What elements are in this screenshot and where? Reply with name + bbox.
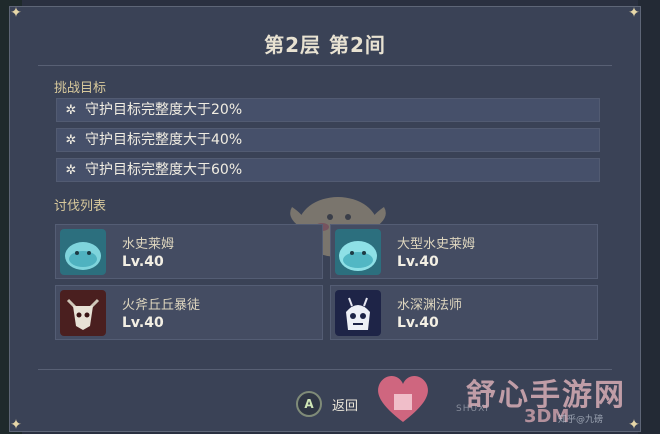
corner-ornament-icon: ✦ bbox=[10, 5, 22, 21]
objective-text: 守护目标完整度大于40% bbox=[85, 132, 243, 148]
objective-row: ✲ 守护目标完整度大于20% bbox=[56, 98, 600, 122]
enemy-name: 大型水史莱姆 bbox=[397, 237, 476, 252]
enemy-card-large-hydro-slime[interactable]: 大型水史莱姆 Lv.40 bbox=[330, 224, 598, 279]
enemy-level: Lv.40 bbox=[397, 315, 439, 331]
enemy-name: 火斧丘丘暴徒 bbox=[122, 298, 201, 313]
enemy-name: 水深渊法师 bbox=[397, 298, 463, 313]
star-icon: ✲ bbox=[65, 163, 77, 178]
corner-ornament-icon: ✦ bbox=[10, 417, 22, 433]
corner-ornament-icon: ✦ bbox=[628, 5, 640, 21]
enemy-level: Lv.40 bbox=[122, 315, 164, 331]
pyro-axe-mitachurl-icon bbox=[60, 290, 106, 336]
page-title: 第2层 第2间 bbox=[264, 33, 386, 57]
watermark-small: SHUXI bbox=[456, 404, 489, 414]
corner-ornament-icon: ✦ bbox=[628, 417, 640, 433]
objective-row: ✲ 守护目标完整度大于40% bbox=[56, 128, 600, 152]
background-right bbox=[638, 0, 660, 434]
enemy-card-hydro-abyss-mage[interactable]: 水深渊法师 Lv.40 bbox=[330, 285, 598, 340]
domain-info-panel: ✦ ✦ ✦ ✦ 第2层 第2间 挑战目标 ✲ 守护目标完整度大于20% ✲ 守护目标… bbox=[9, 5, 641, 433]
a-button-icon: A bbox=[296, 391, 322, 417]
objectives-label: 挑战目标 bbox=[54, 81, 107, 96]
objective-text: 守护目标完整度大于60% bbox=[85, 162, 243, 178]
star-icon: ✲ bbox=[65, 133, 77, 148]
watermark-handle: 知乎@九磅 bbox=[558, 415, 604, 425]
hydro-abyss-mage-icon bbox=[335, 290, 381, 336]
heart-logo-icon bbox=[378, 375, 428, 422]
back-button[interactable]: A 返回 bbox=[296, 391, 358, 417]
back-label: 返回 bbox=[332, 398, 359, 414]
enemy-level: Lv.40 bbox=[122, 254, 164, 270]
objective-row: ✲ 守护目标完整度大于60% bbox=[56, 158, 600, 182]
enemy-name: 水史莱姆 bbox=[122, 237, 175, 252]
hydro-slime-icon bbox=[60, 229, 106, 275]
title-divider bbox=[38, 65, 612, 66]
enemy-list-label: 讨伐列表 bbox=[54, 199, 107, 214]
star-icon: ✲ bbox=[65, 103, 77, 118]
enemy-card-hydro-slime[interactable]: 水史莱姆 Lv.40 bbox=[55, 224, 323, 279]
enemy-level: Lv.40 bbox=[397, 254, 439, 270]
large-hydro-slime-icon bbox=[335, 229, 381, 275]
enemy-card-pyro-axe-mitachurl[interactable]: 火斧丘丘暴徒 Lv.40 bbox=[55, 285, 323, 340]
objective-text: 守护目标完整度大于20% bbox=[85, 102, 243, 118]
